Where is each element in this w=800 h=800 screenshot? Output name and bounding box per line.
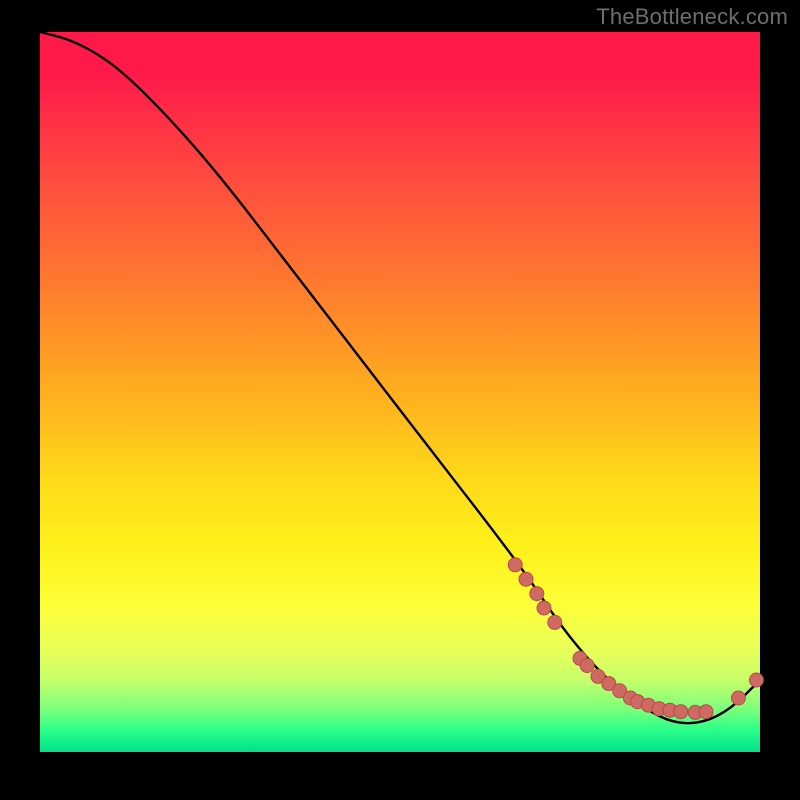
data-marker (537, 601, 551, 615)
chart-frame: TheBottleneck.com (0, 0, 800, 800)
curve-line (40, 32, 760, 723)
data-marker (519, 572, 533, 586)
data-marker (674, 705, 688, 719)
plot-area (40, 32, 760, 752)
data-marker (580, 659, 594, 673)
data-marker (548, 615, 562, 629)
data-marker (731, 691, 745, 705)
data-marker (749, 673, 763, 687)
data-marker (699, 705, 713, 719)
data-marker (508, 558, 522, 572)
watermark-text: TheBottleneck.com (596, 4, 788, 30)
data-marker (530, 587, 544, 601)
chart-svg (40, 32, 760, 752)
marker-layer (508, 558, 763, 720)
